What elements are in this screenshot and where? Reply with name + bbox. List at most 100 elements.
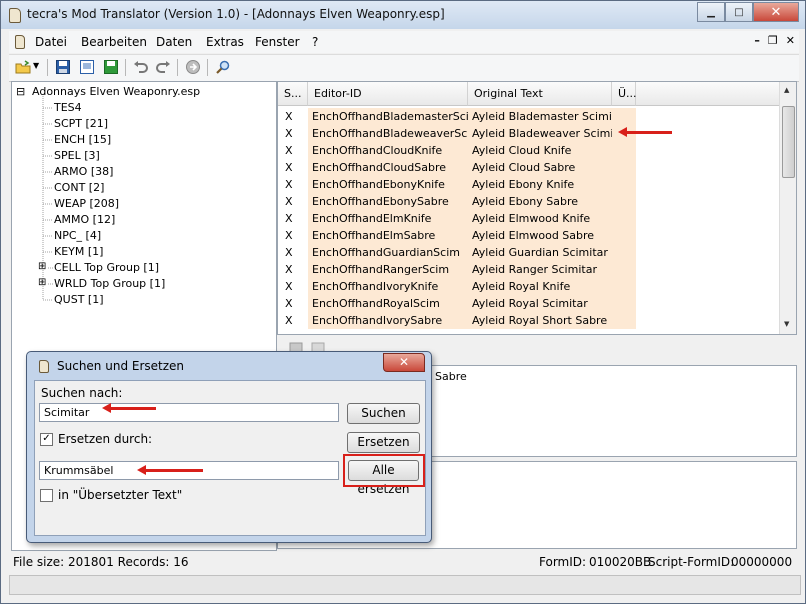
cell-original-text: Ayleid Ranger Scimitar bbox=[468, 261, 612, 278]
cell-editor-id: EnchOffhandElmSabre bbox=[308, 227, 468, 244]
column-header-original-text[interactable]: Original Text bbox=[468, 82, 612, 106]
table-vertical-scrollbar[interactable]: ▲ ▼ bbox=[779, 82, 796, 334]
search-replace-dialog: Suchen und Ersetzen ✕ Suchen nach: Scimi… bbox=[26, 351, 432, 543]
dialog-app-icon bbox=[39, 360, 49, 373]
cell-original-text: Ayleid Ebony Knife bbox=[468, 176, 612, 193]
scroll-down-icon[interactable]: ▼ bbox=[784, 320, 789, 328]
menu-bearbeiten[interactable]: Bearbeiten bbox=[81, 35, 147, 49]
cell-status: X bbox=[278, 261, 308, 278]
table-row[interactable]: X EnchOffhandIvorySabre Ayleid Royal Short… bbox=[278, 312, 778, 329]
cell-editor-id: EnchOffhandEbonySabre bbox=[308, 193, 468, 210]
document-icon[interactable] bbox=[15, 35, 25, 49]
status-bar: File size: 201801 Records: 16 FormID: 01… bbox=[9, 552, 799, 572]
menu-datei[interactable]: Datei bbox=[35, 35, 67, 49]
minimize-button[interactable]: ▁ bbox=[697, 2, 725, 22]
cell-editor-id: EnchOffhandBladeweaverScim bbox=[308, 125, 468, 142]
tree-item-label: KEYM [1] bbox=[54, 245, 104, 258]
maximize-button[interactable]: □ bbox=[725, 2, 753, 22]
toolbar-separator bbox=[207, 59, 208, 76]
cell-status: X bbox=[278, 142, 308, 159]
search-input[interactable]: Scimitar bbox=[39, 403, 339, 422]
tree-item-label: NPC_ [4] bbox=[54, 229, 102, 242]
tree-item-label: CONT [2] bbox=[54, 181, 105, 194]
cell-editor-id: EnchOffhandIvorySabre bbox=[308, 312, 468, 329]
cell-editor-id: EnchOffhandRoyalScim bbox=[308, 295, 468, 312]
tree-expand-icon[interactable]: ⊞ bbox=[38, 277, 46, 288]
search-icon[interactable] bbox=[215, 59, 231, 75]
menu-help[interactable]: ? bbox=[312, 35, 318, 49]
cell-status: X bbox=[278, 278, 308, 295]
window-controls: ▁ □ ✕ bbox=[697, 2, 799, 22]
annotation-arrow bbox=[618, 127, 672, 137]
tree-item-label: ARMO [38] bbox=[54, 165, 114, 178]
cell-editor-id: EnchOffhandGuardianScim bbox=[308, 244, 468, 261]
cell-translated bbox=[612, 159, 636, 176]
mdi-restore-icon[interactable]: ❐ bbox=[768, 34, 778, 47]
column-header-status[interactable]: S... bbox=[278, 82, 308, 106]
tree-item-label: WRLD Top Group [1] bbox=[54, 277, 166, 290]
tree-expand-icon[interactable]: ⊞ bbox=[38, 261, 46, 272]
cell-editor-id: EnchOffhandBlademasterScim bbox=[308, 108, 468, 125]
dialog-close-button[interactable]: ✕ bbox=[383, 353, 425, 372]
cell-status: X bbox=[278, 244, 308, 261]
script-formid-value: 00000000 bbox=[731, 555, 793, 569]
save-green-icon[interactable] bbox=[103, 59, 119, 75]
tree-item-label: SPEL [3] bbox=[54, 149, 100, 162]
cell-translated bbox=[612, 142, 636, 159]
mdi-minimize-icon[interactable]: – bbox=[754, 34, 760, 47]
search-button[interactable]: Suchen bbox=[347, 403, 420, 424]
cell-translated bbox=[612, 227, 636, 244]
undo-icon[interactable] bbox=[133, 59, 149, 75]
records-table: S... Editor-ID Original Text Ü... X EnchO… bbox=[277, 81, 797, 335]
table-row[interactable]: X EnchOffhandBlademasterScim Ayleid Bladem… bbox=[278, 108, 778, 125]
cell-editor-id: EnchOffhandEbonyKnife bbox=[308, 176, 468, 193]
table-row[interactable]: X EnchOffhandEbonySabre Ayleid Ebony Sabre bbox=[278, 193, 778, 210]
replace-button[interactable]: Ersetzen bbox=[347, 432, 420, 453]
cell-status: X bbox=[278, 125, 308, 142]
cell-translated bbox=[612, 244, 636, 261]
tree-item-label: AMMO [12] bbox=[54, 213, 116, 226]
menu-extras[interactable]: Extras bbox=[206, 35, 244, 49]
cell-status: X bbox=[278, 227, 308, 244]
replace-label: Ersetzen durch: bbox=[58, 432, 153, 446]
column-header-translated[interactable]: Ü... bbox=[612, 82, 637, 106]
cell-editor-id: EnchOffhandCloudSabre bbox=[308, 159, 468, 176]
table-row[interactable]: X EnchOffhandCloudSabre Ayleid Cloud Sabre bbox=[278, 159, 778, 176]
tree-item-label: ENCH [15] bbox=[54, 133, 112, 146]
tree-item-label: SCPT [21] bbox=[54, 117, 109, 130]
table-row[interactable]: X EnchOffhandRangerScim Ayleid Ranger Scim… bbox=[278, 261, 778, 278]
mdi-close-icon[interactable]: ✕ bbox=[786, 34, 795, 47]
redo-icon[interactable] bbox=[155, 59, 171, 75]
scrollbar-thumb[interactable] bbox=[782, 106, 795, 178]
table-row[interactable]: X EnchOffhandCloudKnife Ayleid Cloud Knife bbox=[278, 142, 778, 159]
original-text-content: Sabre bbox=[435, 370, 467, 383]
menu-daten[interactable]: Daten bbox=[156, 35, 192, 49]
menu-fenster[interactable]: Fenster bbox=[255, 35, 300, 49]
scroll-up-icon[interactable]: ▲ bbox=[784, 86, 789, 94]
table-row[interactable]: X EnchOffhandRoyalScim Ayleid Royal Scimit… bbox=[278, 295, 778, 312]
save-icon[interactable] bbox=[55, 59, 71, 75]
cell-status: X bbox=[278, 159, 308, 176]
open-folder-icon[interactable] bbox=[15, 59, 31, 75]
cell-translated bbox=[612, 176, 636, 193]
highlight-box bbox=[343, 454, 425, 487]
table-row[interactable]: X EnchOffhandElmSabre Ayleid Elmwood Sabre bbox=[278, 227, 778, 244]
cell-original-text: Ayleid Cloud Knife bbox=[468, 142, 612, 159]
column-header-editor-id[interactable]: Editor-ID bbox=[308, 82, 468, 106]
forward-circle-icon[interactable] bbox=[185, 59, 201, 75]
horizontal-scrollbar[interactable] bbox=[9, 575, 801, 595]
table-row[interactable]: X EnchOffhandIvoryKnife Ayleid Royal Knife bbox=[278, 278, 778, 295]
save-as-icon[interactable] bbox=[79, 59, 95, 75]
cell-original-text: Ayleid Guardian Scimitar bbox=[468, 244, 612, 261]
table-row[interactable]: X EnchOffhandGuardianScim Ayleid Guardian … bbox=[278, 244, 778, 261]
table-row[interactable]: X EnchOffhandEbonyKnife Ayleid Ebony Knife bbox=[278, 176, 778, 193]
table-row[interactable]: X EnchOffhandElmKnife Ayleid Elmwood Knife bbox=[278, 210, 778, 227]
close-button[interactable]: ✕ bbox=[753, 2, 799, 22]
table-row[interactable]: X EnchOffhandBladeweaverScim Ayleid Bladew… bbox=[278, 125, 778, 142]
replace-checkbox[interactable]: ✓ bbox=[40, 433, 53, 446]
in-translated-checkbox[interactable] bbox=[40, 489, 53, 502]
cell-original-text: Ayleid Bladeweaver Scimitar bbox=[468, 125, 612, 142]
cell-status: X bbox=[278, 193, 308, 210]
cell-original-text: Ayleid Royal Short Sabre bbox=[468, 312, 612, 329]
app-icon bbox=[9, 8, 21, 23]
